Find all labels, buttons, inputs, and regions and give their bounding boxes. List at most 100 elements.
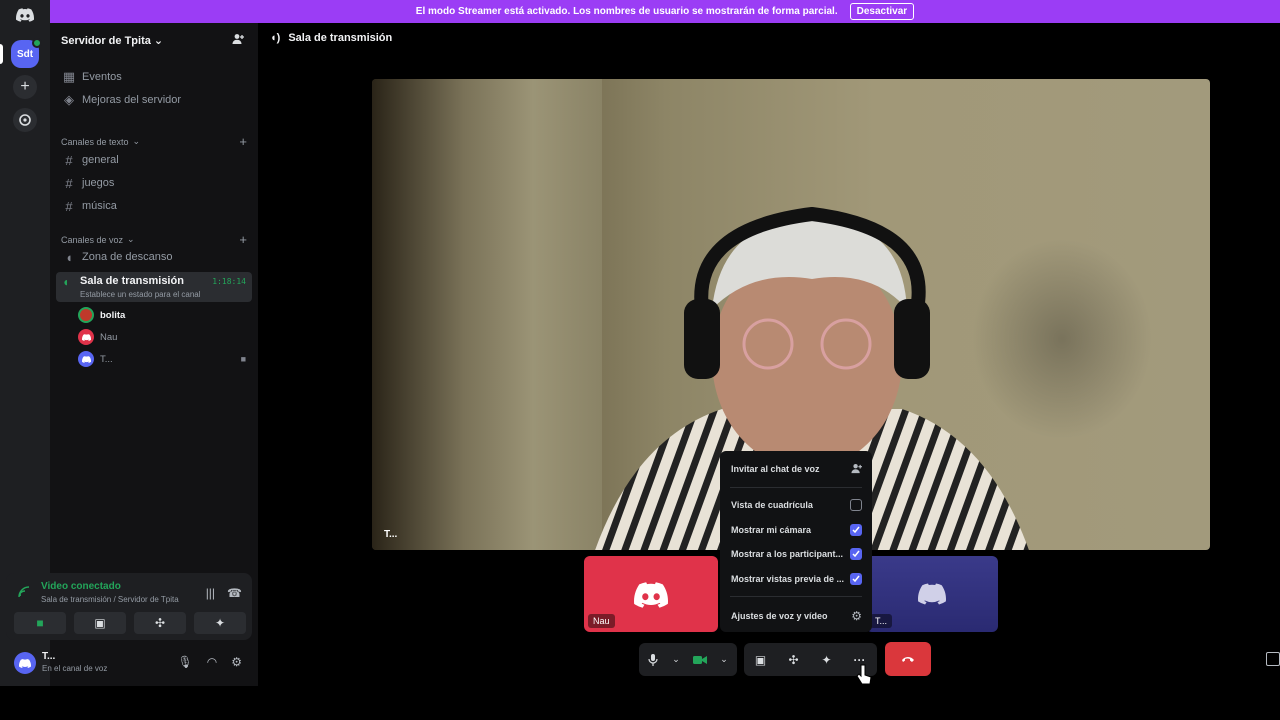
disconnect-icon[interactable]: ☎: [227, 586, 242, 600]
microphone-button[interactable]: [639, 643, 667, 676]
call-timer: 1:18:14: [212, 277, 246, 286]
voice-user[interactable]: T... ■: [78, 350, 248, 368]
chevron-down-icon[interactable]: ⌄: [667, 643, 685, 676]
menu-divider: [730, 596, 862, 597]
menu-item-label: Ajustes de voz y vídeo: [731, 611, 828, 621]
streamer-mode-banner: El modo Streamer está activado. Los nomb…: [50, 0, 1280, 23]
server-voice-indicator: [32, 38, 42, 48]
discord-logo-icon: [634, 582, 668, 608]
channel-status-prompt[interactable]: Establece un estado para el canal: [80, 290, 201, 299]
avatar[interactable]: [14, 652, 36, 674]
checkbox-checked[interactable]: [850, 548, 862, 560]
channel-label: Zona de descanso: [82, 251, 173, 263]
headphones-icon[interactable]: ◠: [207, 655, 217, 669]
show-my-camera-toggle[interactable]: Mostrar mi cámara: [720, 519, 872, 541]
explore-icon[interactable]: [13, 108, 37, 132]
channel-label: Sala de transmisión: [80, 275, 184, 287]
user-bar: T... En el canal de voz 🎙 ◠ ⚙: [6, 645, 252, 681]
noise-suppression-icon[interactable]: |||: [206, 586, 215, 600]
discord-home-icon[interactable]: [12, 2, 38, 28]
add-server-icon[interactable]: +: [13, 75, 37, 99]
camera-button[interactable]: ■: [14, 612, 66, 634]
participant-name: Nau: [588, 614, 615, 628]
voice-channel-zona[interactable]: ◖ Zona de descanso: [56, 246, 252, 268]
voice-channels-category[interactable]: Canales de voz ⌄ +: [61, 232, 247, 247]
invite-to-voice-item[interactable]: Invitar al chat de voz: [720, 458, 872, 480]
add-channel-icon[interactable]: +: [239, 232, 247, 247]
channel-juegos[interactable]: # juegos: [56, 172, 252, 194]
hash-icon: #: [65, 152, 73, 168]
connection-location[interactable]: Sala de transmisión / Servidor de Tpita: [41, 595, 179, 604]
audio-video-controls: ⌄ ⌄: [639, 643, 737, 676]
banner-text: El modo Streamer está activado. Los nomb…: [415, 6, 838, 17]
camera-icon: ■: [240, 354, 246, 364]
microphone-icon[interactable]: 🎙: [178, 655, 193, 669]
participant-tile[interactable]: T...: [866, 556, 998, 632]
active-voice-channel[interactable]: ◖ Sala de transmisión 1:18:14 Establece …: [56, 272, 252, 302]
menu-item-label: Mostrar vistas previa de ...: [731, 574, 845, 584]
grid-view-toggle[interactable]: Vista de cuadrícula: [720, 494, 872, 516]
deactivate-button[interactable]: Desactivar: [849, 3, 915, 20]
camera-button[interactable]: [685, 643, 715, 676]
checkbox-checked[interactable]: [850, 524, 862, 536]
avatar: [78, 351, 94, 367]
activities-button[interactable]: ✣: [777, 643, 810, 676]
category-label: Canales de texto: [61, 136, 129, 147]
voice-user[interactable]: Nau: [78, 328, 248, 346]
voice-user[interactable]: bolita: [78, 306, 248, 324]
server-icon[interactable]: Sdt: [11, 38, 42, 68]
menu-divider: [730, 487, 862, 488]
share-screen-button[interactable]: ▣: [744, 643, 777, 676]
more-options-menu: Invitar al chat de voz Vista de cuadrícu…: [720, 451, 872, 632]
calendar-icon: ▦: [62, 69, 76, 84]
show-participants-toggle[interactable]: Mostrar a los participant...: [720, 543, 872, 565]
activities-button[interactable]: ✣: [134, 612, 186, 634]
server-initials: Sdt: [16, 48, 34, 60]
channel-label: música: [82, 200, 117, 212]
gear-icon: ⚙: [851, 609, 862, 623]
discord-logo-icon: [918, 583, 946, 605]
add-user-icon: [851, 463, 862, 476]
share-screen-button[interactable]: ▣: [74, 612, 126, 634]
gear-icon[interactable]: ⚙: [231, 655, 242, 669]
channel-label: juegos: [82, 177, 115, 189]
add-user-icon[interactable]: [232, 33, 244, 48]
participant-tile[interactable]: Nau: [584, 556, 718, 632]
popout-icon[interactable]: [1266, 652, 1280, 666]
sidebar-item-label: Mejoras del servidor: [82, 94, 182, 106]
text-channels-category[interactable]: Canales de texto ⌄ +: [61, 134, 247, 149]
hash-icon: #: [65, 198, 73, 214]
checkbox-checked[interactable]: [850, 573, 862, 585]
mouse-cursor-icon: [856, 664, 872, 685]
user-name: bolita: [100, 309, 126, 321]
connection-status: Video conectado: [41, 581, 121, 592]
soundboard-button[interactable]: ✦: [810, 643, 843, 676]
menu-item-label: Mostrar a los participant...: [731, 549, 844, 559]
server-header[interactable]: Servidor de Tpita ⌄: [50, 23, 258, 57]
avatar: [78, 307, 94, 323]
channel-musica[interactable]: # música: [56, 195, 252, 217]
add-channel-icon[interactable]: +: [239, 134, 247, 149]
chevron-down-icon: ⌄: [132, 136, 141, 146]
menu-item-label: Vista de cuadrícula: [731, 500, 813, 510]
checkbox-unchecked[interactable]: [850, 499, 862, 511]
user-name: T...: [42, 651, 56, 662]
server-name: Servidor de Tpita: [61, 34, 151, 47]
video-background: [372, 79, 602, 550]
participant-name: T...: [870, 614, 893, 628]
show-previews-toggle[interactable]: Mostrar vistas previa de ...: [720, 568, 872, 590]
category-label: Canales de voz: [61, 234, 124, 245]
user-name: Nau: [100, 331, 118, 343]
speaker-icon: ◖: [62, 275, 70, 289]
selected-server-pill: [0, 44, 3, 64]
sidebar-item-boosts[interactable]: ◈ Mejoras del servidor: [56, 89, 252, 111]
soundboard-button[interactable]: ✦: [194, 612, 246, 634]
sidebar-item-events[interactable]: ▦ Eventos: [56, 66, 252, 88]
hash-icon: #: [65, 175, 73, 191]
hang-up-icon: [902, 657, 914, 662]
speaker-icon: ◖): [270, 32, 281, 44]
voice-video-settings-item[interactable]: Ajustes de voz y vídeo ⚙: [720, 605, 872, 627]
chevron-down-icon[interactable]: ⌄: [715, 643, 733, 676]
channel-general[interactable]: # general: [56, 149, 252, 171]
disconnect-button[interactable]: [885, 642, 931, 676]
